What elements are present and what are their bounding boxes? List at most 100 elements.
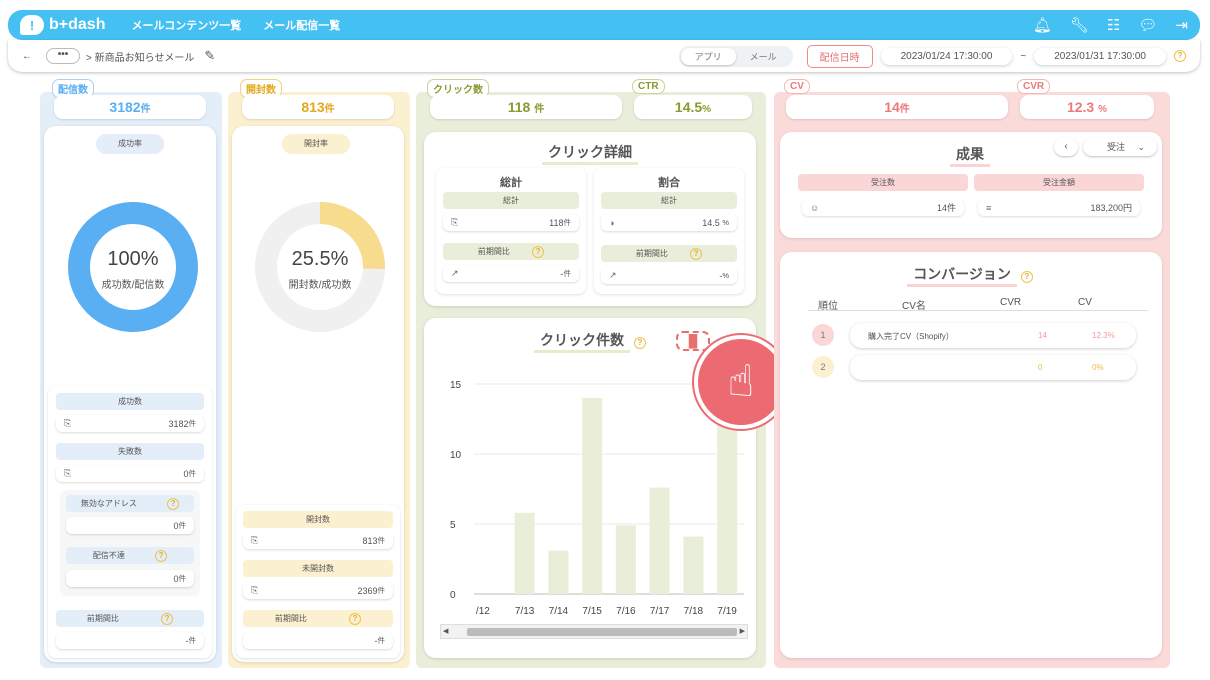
delivery-date-button[interactable]: 配信日時 (806, 44, 873, 68)
success-rate-sub: 成功数/配信数 (101, 280, 165, 291)
success-count-row: ⎘ 3182 件 (56, 415, 204, 432)
unit-ken: 件 (178, 521, 187, 530)
click-total-value: 118 (549, 217, 564, 228)
order-count-label: 受注数 (798, 174, 968, 191)
bar (514, 512, 535, 594)
logo-icon: ! (20, 15, 44, 35)
y-tick-label: 5 (450, 520, 456, 531)
delivery-count: 3182件 (54, 95, 206, 119)
help-icon[interactable]: ? (1020, 271, 1033, 283)
click-prev-label-text: 前期間比 (477, 247, 510, 256)
chart-scrollbar[interactable]: ◀ ▶ (440, 624, 748, 639)
click-detail-title-text: クリック詳細 (542, 142, 638, 165)
unopened-row: ⎘ 2369 件 (243, 582, 393, 599)
x-tick-label: 7/16 (616, 606, 636, 616)
date-from-field[interactable]: 2023/01/24 17:30:00 (880, 47, 1013, 65)
click-ratio-title: 割合 (658, 177, 680, 189)
logout-icon[interactable]: ⇥ (1175, 16, 1188, 34)
results-title-text: 成果 (950, 144, 990, 167)
channel-toggle[interactable]: アプリ メール (678, 45, 793, 67)
unit-pct: % (722, 218, 729, 227)
conversion-panel (780, 252, 1162, 658)
cvr-value-unit: % (1098, 104, 1108, 115)
logo-text: b+dash (49, 16, 106, 33)
chart-toggle-button[interactable]: ▐▌ (676, 331, 710, 351)
unit-ken: 件 (377, 586, 386, 595)
back-arrow-icon[interactable]: ← (22, 51, 32, 62)
ctr-value-number: 14.5 (674, 99, 703, 115)
x-tick-label: 7/15 (582, 606, 602, 616)
scroll-right-arrow-icon[interactable]: ▶ (740, 627, 745, 635)
help-icon[interactable]: ? (633, 337, 646, 349)
bar (582, 398, 603, 594)
undelivered-label: 配信不達 ? (66, 547, 194, 564)
order-count-value: 14件 (936, 203, 956, 213)
scroll-thumb[interactable] (467, 628, 737, 636)
y-tick-label: 15 (450, 380, 462, 391)
cv-count-unit: 件 (899, 104, 910, 115)
help-icon[interactable]: ? (690, 248, 703, 260)
header-cv: CV (1078, 297, 1092, 308)
click-total-title: 総計 (500, 177, 522, 189)
invalid-address-label: 無効なアドレス ? (66, 495, 194, 512)
scroll-left-arrow-icon[interactable]: ◀ (443, 627, 448, 635)
fail-count-label: 失敗数 (56, 443, 204, 460)
invalid-address-row: 0件 (66, 517, 194, 534)
help-icon[interactable]: ? (349, 613, 362, 625)
bar (548, 550, 569, 594)
more-button[interactable]: ••• (46, 48, 80, 64)
conversion-row[interactable]: 0 0% (850, 355, 1136, 380)
bar (683, 536, 704, 594)
edit-pencil-icon[interactable]: ✎ (204, 48, 215, 64)
open-count-label: 開封数 (243, 511, 393, 528)
help-icon[interactable]: ? (1174, 50, 1186, 62)
unit-ken: 件 (563, 218, 572, 227)
click-count: 118 件 (430, 95, 622, 119)
y-tick-label: 0 (450, 590, 456, 601)
money-icon: ≡ (986, 202, 992, 213)
click-ratio-row: ◑ 14.5 % (601, 214, 737, 231)
delivery-count-value: 3182 (109, 99, 141, 115)
help-icon[interactable]: ? (161, 613, 174, 625)
order-count-row: ☺ 14件 (802, 199, 964, 216)
toggle-mail[interactable]: メール (736, 48, 791, 65)
x-tick-label: 7/14 (549, 606, 569, 616)
help-icon[interactable]: ? (532, 246, 545, 258)
toggle-app[interactable]: アプリ (680, 47, 736, 65)
cv-tag: CV (784, 79, 810, 94)
click-ratio-value: 14.5 (702, 217, 720, 228)
click-prev-row: ↗ - 件 (443, 265, 579, 282)
chat-icon[interactable]: 💬︎ (1138, 16, 1157, 34)
nav-mail-contents[interactable]: メールコンテンツ一覧 (131, 17, 241, 33)
cv-count-value: 14 (884, 99, 900, 115)
rank-badge: 1 (812, 324, 834, 346)
click-count-value: 118 (507, 99, 531, 115)
order-amount-value: 183,200円 (1090, 203, 1132, 213)
ratio-prev-label: 前期間比 ? (601, 245, 737, 262)
conversion-title: コンバージョン ? (880, 264, 1060, 287)
x-tick-label: /12 (476, 606, 490, 616)
cvr-value-number: 12.3 (1066, 99, 1095, 115)
result-type-select[interactable]: 受注 ⌄ (1083, 138, 1157, 156)
conversion-cv: 0% (1092, 363, 1104, 372)
x-tick-label: 7/18 (684, 606, 704, 616)
logo[interactable]: ! b+dash (20, 15, 105, 35)
help-icon[interactable]: ? (155, 550, 168, 562)
share-icon[interactable]: ‹ (1054, 138, 1078, 156)
undelivered-row: 0件 (66, 570, 194, 587)
x-tick-label: 7/19 (717, 606, 737, 616)
date-to-field[interactable]: 2023/01/31 17:30:00 (1034, 47, 1166, 65)
help-icon[interactable]: ? (167, 498, 180, 510)
send-icon: ⎘ (64, 468, 72, 478)
chart-line-icon: ↗ (451, 268, 459, 278)
success-rate-pill: 成功率 (96, 134, 164, 154)
wrench-icon[interactable]: 🔧︎ (1070, 16, 1089, 34)
bell-icon[interactable]: 🔔︎ (1033, 16, 1052, 34)
click-ratio-label: 総計 (601, 192, 737, 209)
unit-pct: % (722, 271, 729, 280)
nav-mail-delivery[interactable]: メール配信一覧 (263, 17, 340, 33)
conversion-row[interactable]: 購入完了CV（Shopify） 14 12.3% (850, 323, 1136, 348)
click-total-label: 総計 (443, 192, 579, 209)
unit-ken: 件 (563, 269, 572, 278)
grid-icon[interactable]: ☷ (1107, 16, 1120, 34)
